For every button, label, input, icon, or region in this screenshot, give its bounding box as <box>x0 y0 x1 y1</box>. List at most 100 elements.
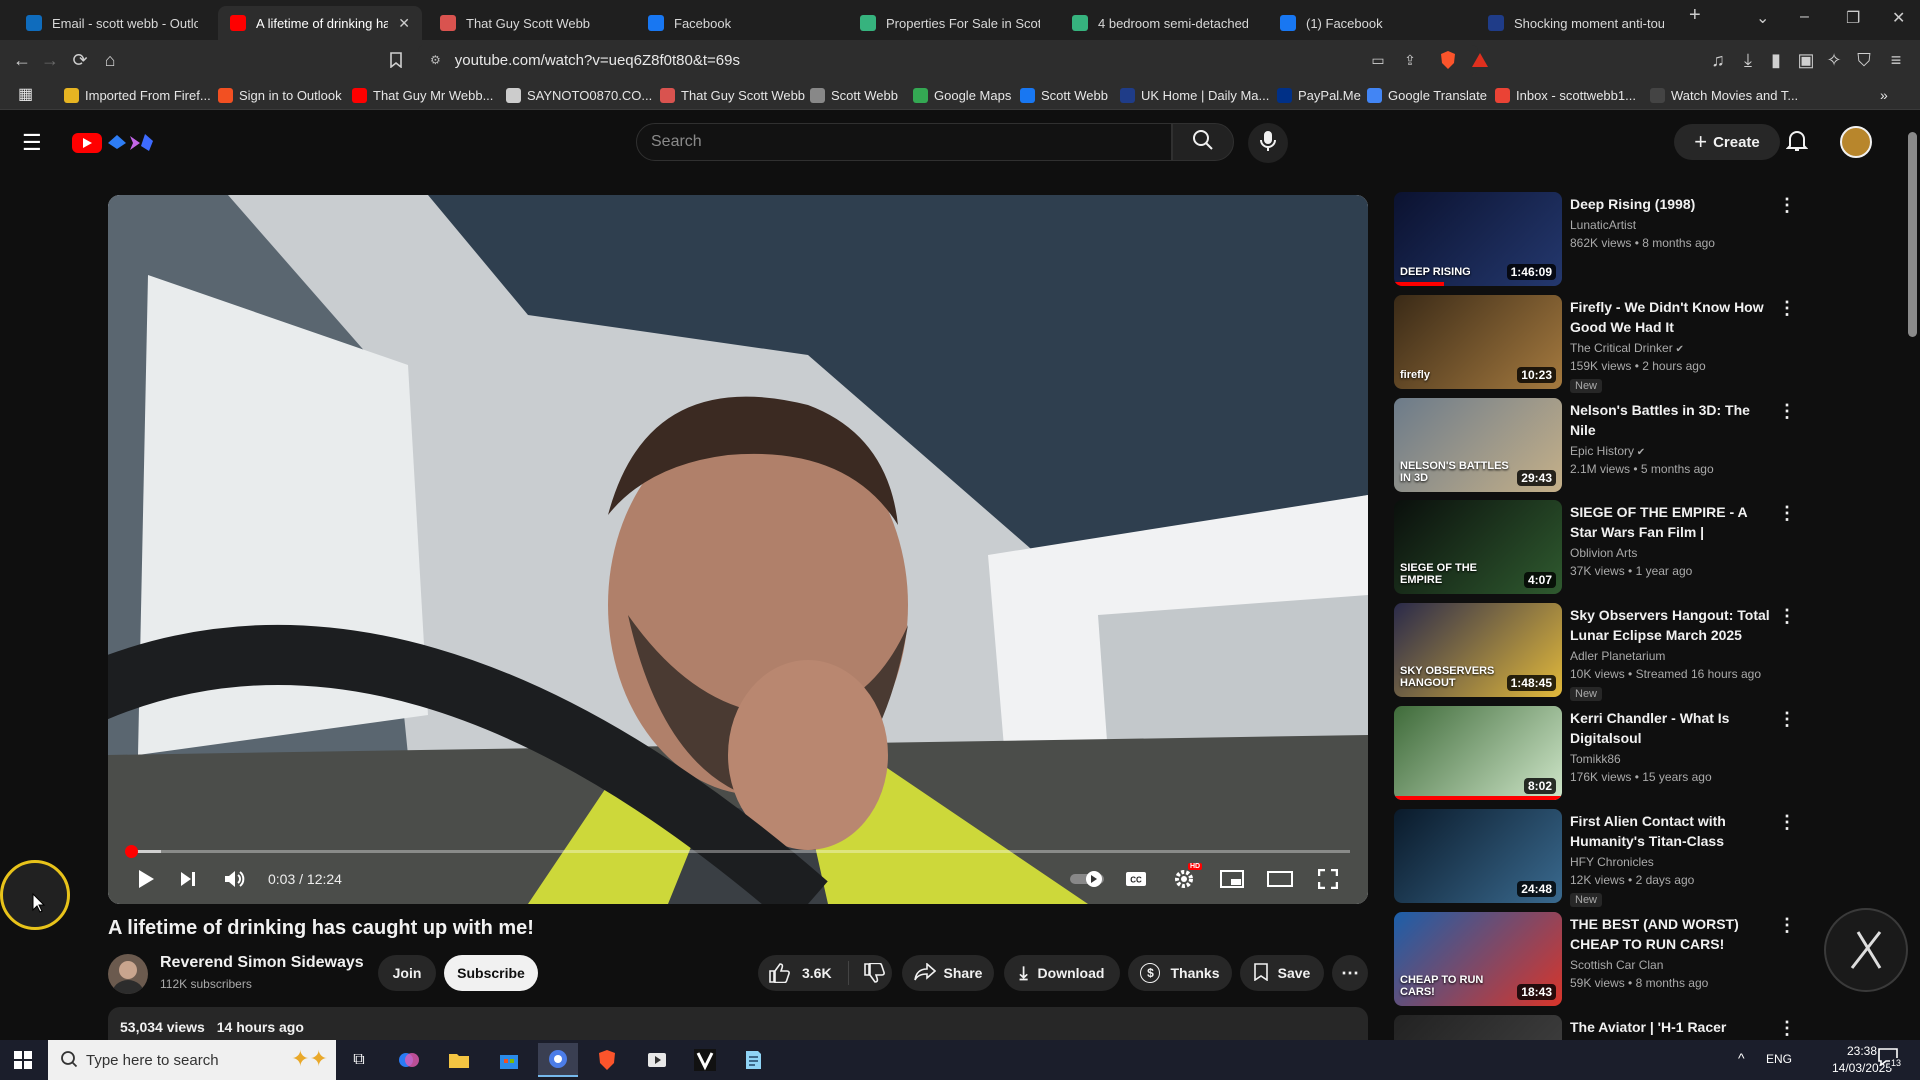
youtube-logo-icon[interactable] <box>70 130 180 159</box>
recommended-video-title[interactable]: Deep Rising (1998) <box>1570 194 1770 214</box>
next-video-button[interactable] <box>170 863 206 895</box>
notification-center-icon[interactable]: 13 <box>1878 1048 1904 1072</box>
more-vertical-icon[interactable]: ⋮ <box>1778 708 1794 732</box>
file-explorer-icon[interactable] <box>444 1046 474 1074</box>
bookmark-item[interactable]: Watch Movies and T... <box>1650 86 1798 104</box>
playlist-icon[interactable]: ♫ <box>1706 48 1730 72</box>
browser-tab[interactable]: Email - scott webb - Outlook <box>14 6 210 40</box>
more-vertical-icon[interactable]: ⋮ <box>1778 194 1794 218</box>
account-avatar[interactable] <box>1840 126 1872 158</box>
more-vertical-icon[interactable]: ⋮ <box>1778 811 1794 835</box>
search-button[interactable] <box>1172 123 1234 161</box>
more-vertical-icon[interactable]: ⋮ <box>1778 400 1794 424</box>
recommended-video-title[interactable]: THE BEST (AND WORST) CHEAP TO RUN CARS! <box>1570 914 1770 954</box>
active-app-icon[interactable] <box>538 1043 578 1077</box>
bookmark-item[interactable]: That Guy Mr Webb... <box>352 86 493 104</box>
video-thumbnail[interactable]: 8:02 <box>1394 706 1562 800</box>
dislike-button[interactable] <box>863 963 885 983</box>
menu-icon[interactable]: ≡ <box>1884 48 1908 72</box>
home-icon[interactable]: ⌂ <box>98 48 122 72</box>
new-tab-icon[interactable]: + <box>1689 4 1701 27</box>
recommended-channel-name[interactable]: HFY Chronicles <box>1570 855 1654 869</box>
fullscreen-button[interactable] <box>1310 863 1346 895</box>
recommended-video-title[interactable]: Nelson's Battles in 3D: The Nile <box>1570 400 1770 440</box>
windows-start-icon[interactable] <box>8 1046 38 1074</box>
more-vertical-icon[interactable]: ⋮ <box>1778 1017 1794 1040</box>
tab-list-chevron-icon[interactable]: ⌄ <box>1756 8 1769 28</box>
save-button[interactable]: Save <box>1240 955 1324 991</box>
more-actions-button[interactable]: ⋯ <box>1332 955 1368 991</box>
vpn-icon[interactable]: ⛉ <box>1852 48 1876 72</box>
microsoft-store-icon[interactable] <box>494 1046 524 1074</box>
more-vertical-icon[interactable]: ⋮ <box>1778 502 1794 526</box>
share-icon[interactable]: ⇪ <box>1398 48 1422 72</box>
apps-grid-icon[interactable]: ▦ <box>18 85 33 103</box>
close-window-icon[interactable]: ✕ <box>1892 8 1905 28</box>
forward-icon[interactable]: → <box>38 48 62 72</box>
recommended-video-title[interactable]: Sky Observers Hangout: Total Lunar Eclip… <box>1570 605 1770 645</box>
video-thumbnail[interactable]: firefly 10:23 <box>1394 295 1562 389</box>
recommended-channel-name[interactable]: LunaticArtist <box>1570 218 1636 232</box>
more-vertical-icon[interactable]: ⋮ <box>1778 914 1794 938</box>
media-player-icon[interactable] <box>642 1046 672 1074</box>
recommended-video[interactable]: CHEAP TO RUN CARS! 18:43 THE BEST (AND WOR… <box>1394 912 1794 1008</box>
recommended-video[interactable]: SIEGE OF THE EMPIRE 4:07 SIEGE OF THE EMPI… <box>1394 500 1794 596</box>
video-player[interactable]: 0:03 / 12:24 CC HD <box>108 195 1368 904</box>
recommended-video[interactable]: The Aviator | 'H-1 Racer Plane' - ⋮ <box>1394 1015 1794 1040</box>
video-thumbnail[interactable]: SIEGE OF THE EMPIRE 4:07 <box>1394 500 1562 594</box>
more-bookmarks-icon[interactable]: » <box>1880 86 1888 104</box>
task-view-icon[interactable]: ⧉ <box>344 1046 374 1074</box>
recommended-video-title[interactable]: Kerri Chandler - What Is Digitalsoul <box>1570 708 1770 748</box>
captions-button[interactable]: CC <box>1118 863 1154 895</box>
address-bar[interactable]: ⚙ youtube.com/watch?v=ueq6Z8f0t80&t=69s <box>418 45 1478 75</box>
bookmark-item[interactable]: Sign in to Outlook <box>218 86 342 104</box>
bookmark-item[interactable]: Google Maps <box>913 86 1011 104</box>
taskbar-search-input[interactable]: Type here to search ✦✦ <box>48 1040 336 1080</box>
bookmark-item[interactable]: SAYNOTO0870.CO... <box>506 86 652 104</box>
recommended-video[interactable]: SKY OBSERVERS HANGOUT 1:48:45 Sky Observer… <box>1394 603 1794 701</box>
page-scrollbar[interactable] <box>1905 112 1920 1040</box>
recommended-channel-name[interactable]: Adler Planetarium <box>1570 649 1665 663</box>
input-language-indicator[interactable]: ENG <box>1766 1052 1792 1066</box>
recommended-video[interactable]: 8:02 Kerri Chandler - What Is Digitalsoul… <box>1394 706 1794 802</box>
autoplay-toggle[interactable] <box>1068 863 1108 895</box>
notifications-bell-icon[interactable] <box>1785 129 1809 158</box>
create-button[interactable]: + Create <box>1674 124 1780 160</box>
browser-tab[interactable]: A lifetime of drinking has ✕ <box>218 6 422 40</box>
wallet-icon[interactable]: ▣ <box>1794 48 1818 72</box>
channel-avatar[interactable] <box>108 954 148 994</box>
download-button[interactable]: ⤓ Download <box>1004 955 1120 991</box>
browser-tab[interactable]: Shocking moment anti-touris <box>1476 6 1676 40</box>
guide-menu-icon[interactable]: ☰ <box>22 130 42 156</box>
recommended-video-title[interactable]: Firefly - We Didn't Know How Good We Had… <box>1570 297 1770 337</box>
recommended-channel-name[interactable]: Epic History ✔ <box>1570 444 1645 458</box>
like-button[interactable]: 3.6K <box>768 963 832 983</box>
downloads-icon[interactable]: ⤓ <box>1736 48 1760 72</box>
recommended-video-title[interactable]: First Alien Contact with Humanity's Tita… <box>1570 811 1770 851</box>
brave-shields-icon[interactable] <box>1436 48 1460 72</box>
recommended-channel-name[interactable]: Scottish Car Clan <box>1570 958 1663 972</box>
share-button[interactable]: Share <box>902 955 994 991</box>
brave-browser-icon[interactable] <box>592 1046 622 1074</box>
floating-assistant-button[interactable] <box>1824 908 1908 992</box>
recommended-video[interactable]: firefly 10:23 Firefly - We Didn't Know How… <box>1394 295 1794 393</box>
mute-button[interactable] <box>216 863 252 895</box>
video-thumbnail[interactable]: 24:48 <box>1394 809 1562 903</box>
more-vertical-icon[interactable]: ⋮ <box>1778 297 1794 321</box>
recommended-channel-name[interactable]: Oblivion Arts <box>1570 546 1637 560</box>
recommended-video[interactable]: NELSON'S BATTLES IN 3D 29:43 Nelson's Batt… <box>1394 398 1794 494</box>
brave-rewards-icon[interactable] <box>1468 48 1492 72</box>
minimize-icon[interactable]: – <box>1800 8 1809 26</box>
more-vertical-icon[interactable]: ⋮ <box>1778 605 1794 629</box>
recommended-channel-name[interactable]: The Critical Drinker ✔ <box>1570 341 1684 355</box>
browser-tab[interactable]: 4 bedroom semi-detached ho <box>1060 6 1260 40</box>
sidebar-toggle-icon[interactable]: ▮ <box>1764 48 1788 72</box>
recommended-channel-name[interactable]: Tomikk86 <box>1570 752 1621 766</box>
bookmark-item[interactable]: Scott Webb <box>810 86 898 104</box>
browser-tab[interactable]: Facebook <box>636 6 840 40</box>
leo-ai-icon[interactable]: ✧ <box>1822 48 1846 72</box>
bookmark-item[interactable]: UK Home | Daily Ma... <box>1120 86 1269 104</box>
subscribe-button[interactable]: Subscribe <box>444 955 538 991</box>
voice-search-button[interactable] <box>1248 123 1288 163</box>
progress-bar[interactable] <box>124 845 1350 858</box>
